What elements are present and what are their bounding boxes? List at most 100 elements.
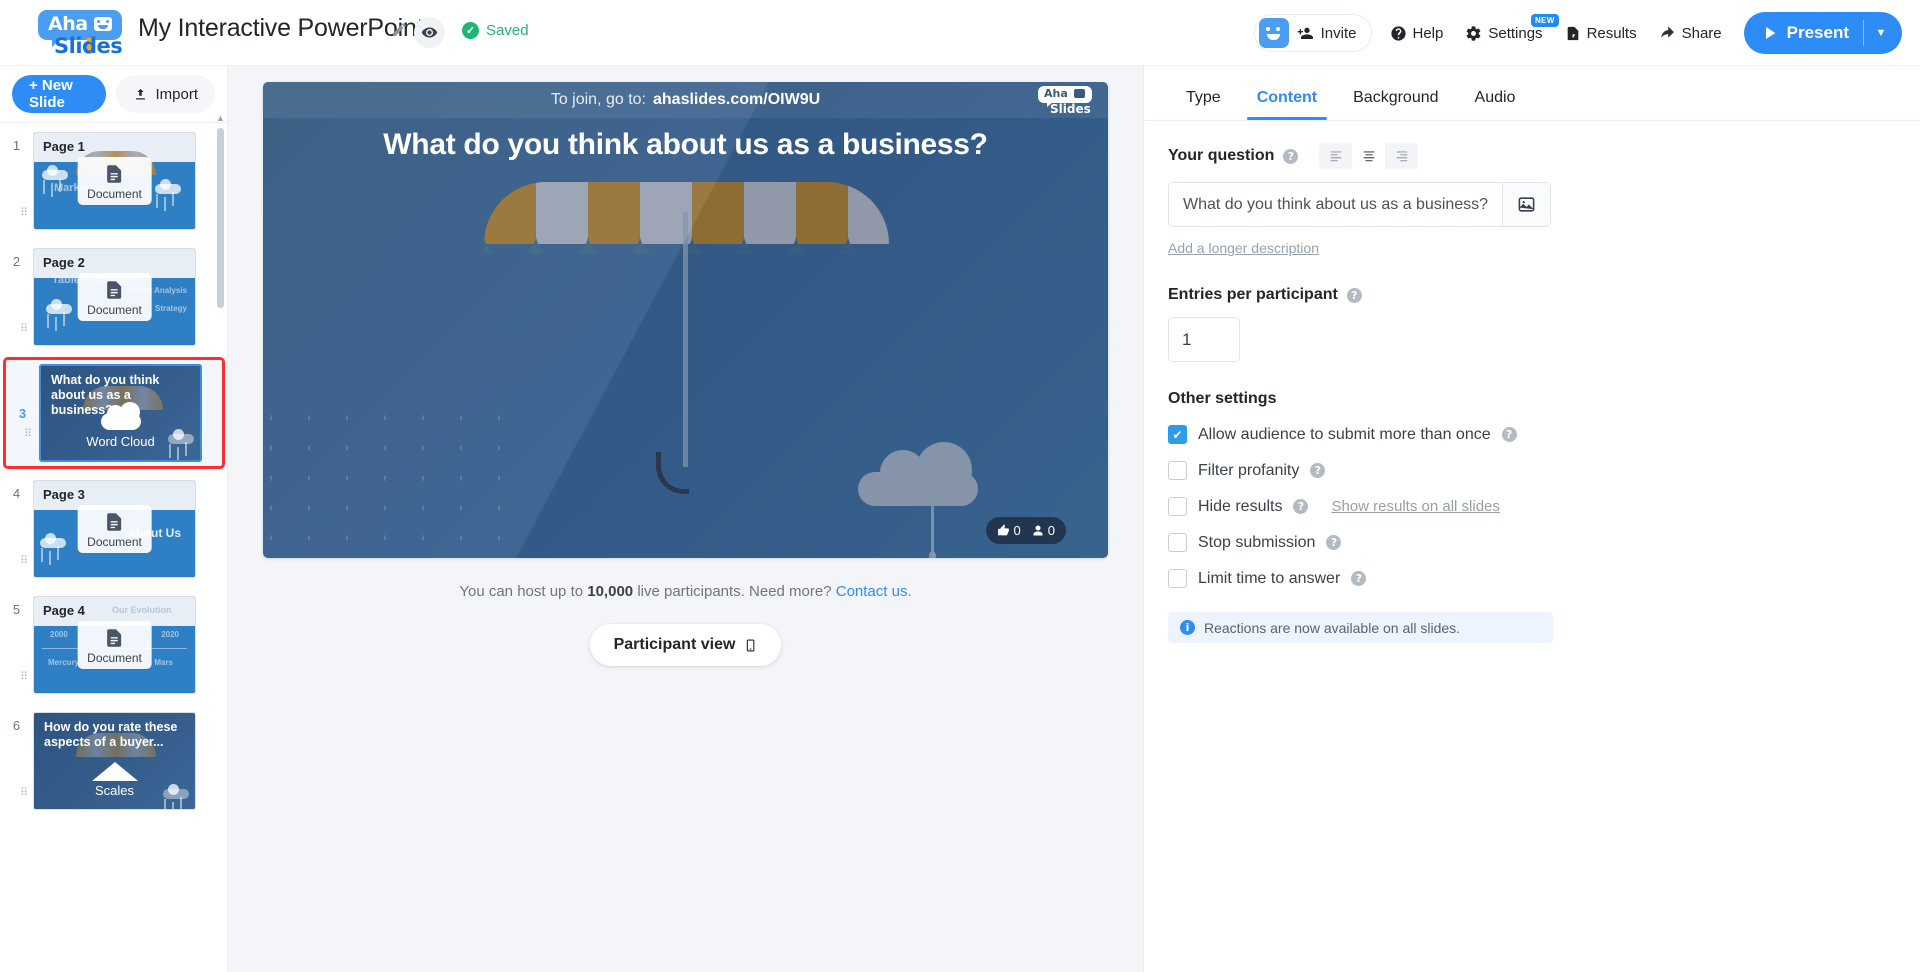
drag-handle-icon[interactable]: ⠿: [20, 556, 29, 567]
slide-thumbnail[interactable]: What do you think about us as a business…: [39, 364, 202, 462]
align-center-icon[interactable]: [1352, 143, 1386, 169]
preview-eye-button[interactable]: [414, 17, 445, 48]
question-field-header: Your question ?: [1168, 143, 1892, 169]
cloud-icon: [858, 442, 978, 506]
present-button[interactable]: Present ▼: [1743, 12, 1902, 54]
slide-number: 5: [12, 602, 21, 617]
help-icon[interactable]: ?: [1283, 148, 1299, 164]
contact-us-link[interactable]: Contact us: [836, 583, 908, 600]
checkbox-row-stop-submission[interactable]: Stop submission ?: [1168, 533, 1892, 552]
show-results-on-all-slides-link[interactable]: Show results on all slides: [1331, 498, 1499, 515]
reaction-counter[interactable]: 0 0: [985, 517, 1066, 544]
list-item[interactable]: 1 ⠿ Page 1 Marketing Docume: [0, 123, 228, 239]
save-status: ✓ Saved: [462, 22, 529, 39]
align-right-icon[interactable]: [1385, 143, 1418, 169]
list-item-selected[interactable]: 3 ⠿ What do you think about us as a busi…: [3, 357, 225, 469]
checkbox-row-limit-time[interactable]: Limit time to answer ?: [1168, 569, 1892, 588]
help-icon[interactable]: ?: [1501, 427, 1517, 442]
help-icon[interactable]: ?: [1293, 499, 1309, 514]
results-download-icon: [1565, 25, 1581, 42]
results-button[interactable]: Results: [1565, 14, 1637, 52]
share-label: Share: [1681, 24, 1722, 42]
checkbox-row-hide-results[interactable]: Hide results ? Show results on all slide…: [1168, 497, 1892, 516]
drag-handle-icon[interactable]: ⠿: [20, 324, 29, 335]
entries-label: Entries per participant: [1168, 286, 1338, 303]
import-button[interactable]: Import: [116, 75, 215, 113]
document-icon: [104, 278, 125, 302]
tab-type[interactable]: Type: [1168, 89, 1239, 120]
ahaslides-logo[interactable]: Aha Slides: [20, 8, 138, 60]
drag-handle-icon[interactable]: ⠿: [24, 429, 33, 440]
slide-thumbnail[interactable]: Page 1 Marketing Document: [33, 132, 196, 230]
checkbox-hide-results[interactable]: [1168, 497, 1187, 516]
scroll-up-arrow[interactable]: ▲: [216, 114, 225, 123]
smiley-icon: [94, 17, 112, 31]
present-label: Present: [1786, 23, 1849, 42]
thumbs-up-count[interactable]: 0: [997, 523, 1021, 538]
logo-aha-text: Aha: [48, 13, 88, 35]
other-settings-label: Other settings: [1168, 390, 1277, 407]
tab-audio[interactable]: Audio: [1457, 89, 1534, 120]
new-slide-button[interactable]: + New Slide: [12, 75, 107, 113]
align-left-icon[interactable]: [1319, 143, 1352, 169]
help-icon[interactable]: ?: [1351, 571, 1367, 586]
slide-number: 1: [12, 138, 21, 153]
checkbox-row-filter-profanity[interactable]: Filter profanity ?: [1168, 461, 1892, 480]
document-icon: [104, 626, 125, 650]
rain-cloud-icon: [46, 299, 72, 328]
info-icon: i: [1180, 620, 1195, 635]
slide-preview[interactable]: To join, go to: ahaslides.com/OIW9U Aha …: [263, 82, 1108, 558]
help-icon[interactable]: ?: [1326, 535, 1342, 550]
list-item[interactable]: 4 ⠿ Page 3 About Us Document: [0, 471, 228, 587]
list-item[interactable]: 2 ⠿ Page 2 Table of contents Market Anal…: [0, 239, 228, 355]
top-toolbar-right: Invite Help Settings NEW Results Share P…: [1253, 11, 1902, 55]
drag-handle-icon[interactable]: ⠿: [20, 672, 29, 683]
list-item[interactable]: 5 ⠿ Page 4 Our Evolution 2000 2020 Mercu…: [0, 587, 228, 703]
question-input[interactable]: [1169, 183, 1502, 226]
image-icon[interactable]: [1502, 183, 1550, 226]
slide-thumbnail[interactable]: How do you rate these aspects of a buyer…: [33, 712, 196, 810]
checkbox-label: Limit time to answer: [1198, 569, 1341, 587]
entries-per-participant-input[interactable]: [1168, 317, 1240, 362]
checkbox-limit-time[interactable]: [1168, 569, 1187, 588]
checkbox-stop-submission[interactable]: [1168, 533, 1187, 552]
invite-label: Invite: [1320, 24, 1357, 42]
tab-content[interactable]: Content: [1239, 89, 1335, 120]
checkbox-filter-profanity[interactable]: [1168, 461, 1187, 480]
help-button[interactable]: Help: [1390, 14, 1443, 52]
checkbox-label: Stop submission: [1198, 533, 1316, 551]
settings-button[interactable]: Settings NEW: [1465, 14, 1559, 52]
thumb-title: Page 1: [43, 139, 85, 154]
share-button[interactable]: Share: [1659, 14, 1722, 52]
timeline-label-2: Mars: [154, 658, 173, 667]
rain-cloud-icon: [40, 533, 66, 562]
slide-thumbnail[interactable]: Page 2 Table of contents Market Analysis…: [33, 248, 196, 346]
host-note-middle: live participants. Need more?: [637, 583, 832, 600]
smiley-icon: [1074, 89, 1085, 98]
drag-handle-icon[interactable]: ⠿: [20, 788, 29, 799]
chevron-down-icon[interactable]: ▼: [1864, 27, 1898, 39]
slide-thumbnail[interactable]: Page 3 About Us Document: [33, 480, 196, 578]
slide-question-text: What do you think about us as a business…: [383, 128, 988, 161]
participant-view-button[interactable]: Participant view: [589, 624, 782, 666]
gear-icon: [1465, 25, 1482, 42]
drag-handle-icon[interactable]: ⠿: [20, 208, 29, 219]
invite-button[interactable]: Invite: [1253, 14, 1372, 52]
add-longer-description-link[interactable]: Add a longer description: [1168, 240, 1319, 256]
tab-background[interactable]: Background: [1335, 89, 1456, 120]
list-item[interactable]: 6 ⠿ How do you rate these aspects of a b…: [0, 703, 228, 819]
help-icon[interactable]: ?: [1346, 287, 1362, 303]
thumb-overlay-badge: Document: [77, 505, 152, 553]
slides-sidebar: + New Slide Import ▲ 1 ⠿ Page 1 Marketin…: [0, 66, 228, 972]
help-icon[interactable]: ?: [1310, 463, 1326, 478]
pencil-icon[interactable]: [391, 21, 408, 38]
thumb-title: Page 4: [43, 603, 85, 618]
upload-icon: [133, 87, 148, 102]
checkbox-allow-resubmit[interactable]: [1168, 425, 1187, 444]
document-title[interactable]: My Interactive PowerPoint: [138, 14, 424, 43]
slide-thumbnail[interactable]: Page 4 Our Evolution 2000 2020 Mercury M…: [33, 596, 196, 694]
question-input-wrap: [1168, 182, 1551, 227]
participant-count[interactable]: 0: [1032, 523, 1055, 538]
raindrop-icon: [929, 506, 936, 558]
checkbox-row-allow-resubmit[interactable]: Allow audience to submit more than once …: [1168, 425, 1892, 444]
